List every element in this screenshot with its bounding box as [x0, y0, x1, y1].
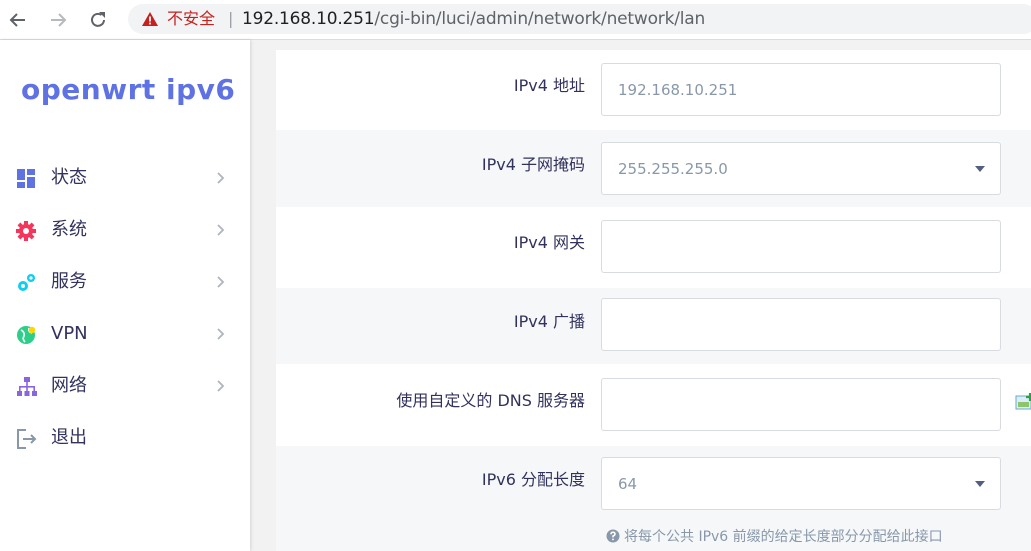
address-bar[interactable]: 不安全 | 192.168.10.251/cgi-bin/luci/admin/… — [128, 4, 1031, 34]
sidebar-item-services[interactable]: 服务 — [0, 260, 250, 304]
field-hint: 将每个公共 IPv6 前缀的给定长度部分分配给此接口 — [606, 527, 943, 547]
field-value: 255.255.255.0 — [618, 160, 728, 178]
cogs-icon — [18, 274, 35, 291]
arrow-right-icon — [51, 13, 67, 27]
add-entry-icon[interactable] — [1015, 393, 1031, 411]
dashboard-icon — [17, 169, 35, 188]
url-path: /cgi-bin/luci/admin/network/network/lan — [374, 9, 706, 29]
form-row-ipv4-netmask: IPv4 子网掩码 255.255.255.0 — [276, 130, 1031, 207]
ipv4-netmask-select[interactable]: 255.255.255.0 — [601, 142, 1001, 195]
gear-icon — [16, 221, 36, 241]
custom-dns-input[interactable] — [601, 378, 1001, 431]
url-separator: | — [228, 9, 234, 28]
field-label: IPv4 子网掩码 — [481, 155, 585, 174]
chevron-right-icon — [217, 224, 225, 236]
url-text[interactable]: 192.168.10.251/cgi-bin/luci/admin/networ… — [242, 9, 705, 29]
field-label: 使用自定义的 DNS 服务器 — [396, 391, 585, 410]
form-row-custom-dns: 使用自定义的 DNS 服务器 — [276, 364, 1031, 446]
sidebar-item-label: 状态 — [51, 167, 87, 188]
url-host: 192.168.10.251 — [242, 9, 375, 29]
field-label: IPv4 广播 — [513, 312, 585, 331]
ipv6-assign-length-select[interactable]: 64 — [601, 457, 1001, 510]
sidebar-item-label: 系统 — [51, 219, 87, 240]
back-button[interactable] — [6, 8, 30, 32]
reload-button[interactable] — [86, 8, 110, 32]
chevron-right-icon — [217, 328, 225, 340]
field-label: IPv6 分配长度 — [481, 470, 585, 489]
lan-interface-form: IPv4 地址 192.168.10.251 IPv4 子网掩码 255.255… — [276, 40, 1031, 551]
sidebar-item-logout[interactable]: 退出 — [0, 416, 250, 460]
brand-logo[interactable]: openwrt ipv6 — [21, 70, 235, 110]
ipv4-broadcast-input[interactable] — [601, 298, 1001, 351]
sidebar-item-system[interactable]: 系统 — [0, 208, 250, 252]
reload-icon — [91, 12, 105, 27]
sidebar-item-network[interactable]: 网络 — [0, 364, 250, 408]
caret-down-icon — [975, 166, 985, 172]
ipv4-address-input[interactable]: 192.168.10.251 — [601, 63, 1001, 116]
sidebar: openwrt ipv6 状态 系统 服务 VPN 网络 退出 — [0, 40, 250, 551]
sidebar-item-label: 服务 — [51, 271, 87, 292]
field-value: 64 — [618, 475, 638, 493]
field-value: 192.168.10.251 — [618, 81, 738, 99]
field-label: IPv4 地址 — [513, 76, 585, 95]
question-circle-icon — [606, 529, 620, 543]
chevron-right-icon — [217, 172, 225, 184]
ipv4-gateway-input[interactable] — [601, 220, 1001, 273]
field-label: IPv4 网关 — [513, 233, 585, 252]
sitemap-icon — [17, 377, 37, 396]
hint-text: 将每个公共 IPv6 前缀的给定长度部分分配给此接口 — [624, 529, 943, 545]
forward-button[interactable] — [46, 8, 70, 32]
form-row-ipv4-gateway: IPv4 网关 — [276, 207, 1031, 288]
sidebar-item-label: VPN — [51, 323, 88, 344]
logout-icon — [17, 429, 37, 449]
security-label[interactable]: 不安全 — [167, 9, 215, 29]
caret-down-icon — [975, 481, 985, 487]
arrow-left-icon — [9, 13, 25, 27]
sidebar-item-status[interactable]: 状态 — [0, 156, 250, 200]
form-row-ipv4-broadcast: IPv4 广播 — [276, 288, 1031, 364]
sidebar-item-label: 退出 — [51, 427, 87, 448]
sidebar-item-label: 网络 — [51, 375, 87, 396]
chevron-right-icon — [217, 380, 225, 392]
warning-icon — [142, 12, 158, 26]
globe-icon — [17, 326, 36, 344]
sidebar-item-vpn[interactable]: VPN — [0, 312, 250, 356]
form-row-ipv4-address: IPv4 地址 192.168.10.251 — [276, 50, 1031, 130]
chevron-right-icon — [217, 276, 225, 288]
browser-toolbar: 不安全 | 192.168.10.251/cgi-bin/luci/admin/… — [0, 0, 1031, 40]
